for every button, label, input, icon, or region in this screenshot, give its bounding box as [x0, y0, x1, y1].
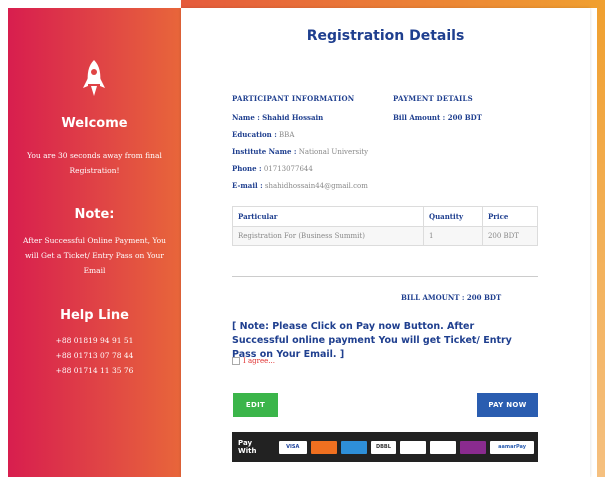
rocket-icon: [83, 60, 105, 96]
bkash-logo-icon: [430, 440, 457, 454]
payment-methods-bar: Pay With VISA DBBL aamarPay: [232, 432, 538, 462]
right-accent-edge: [597, 8, 605, 477]
amex-logo-icon: [340, 440, 367, 454]
table-header-price: Price: [481, 206, 539, 227]
helpline-phone-3: +88 01714 11 35 76: [55, 366, 134, 375]
table-cell-particular: Registration For (Business Summit): [232, 226, 424, 246]
welcome-heading: Welcome: [61, 116, 128, 131]
participant-education: Education : BBA: [232, 130, 295, 139]
agree-checkbox-row[interactable]: I agree...: [232, 357, 275, 365]
agree-checkbox[interactable]: [232, 357, 240, 365]
helpline-heading: Help Line: [60, 308, 129, 323]
table-header-quantity: Quantity: [423, 206, 483, 227]
participant-phone: Phone : 01713077644: [232, 164, 313, 173]
agree-label: I agree...: [243, 357, 275, 365]
bill-amount: Bill Amount : 200 BDT: [393, 113, 482, 122]
helpline-phone-1: +88 01819 94 91 51: [55, 336, 134, 345]
payment-note: [ Note: Please Click on Pay now Button. …: [232, 321, 512, 360]
payment-heading: PAYMENT DETAILS: [393, 94, 473, 103]
dbbl-logo-icon: DBBL: [370, 440, 397, 454]
pay-with-label: Pay With: [238, 439, 257, 455]
participant-email: E-mail : shahidhossain44@gmail.com: [232, 181, 368, 190]
note-heading: Note:: [74, 207, 115, 222]
sidebar: Welcome You are 30 seconds away from fin…: [8, 8, 181, 477]
table-row: Registration For (Business Summit) 1 200…: [232, 226, 539, 246]
note-text: After Successful Online Payment, You wil…: [22, 236, 167, 275]
participant-heading: PARTICIPANT INFORMATION: [232, 94, 355, 103]
visa-logo-icon: VISA: [278, 440, 307, 454]
bill-table: Particular Quantity Price Registration F…: [232, 206, 539, 246]
table-header-particular: Particular: [232, 206, 424, 227]
aamarpay-logo-icon: aamarPay: [490, 440, 534, 454]
citybank-logo-icon: [400, 440, 427, 454]
top-accent-strip: [181, 0, 605, 8]
table-cell-quantity: 1: [423, 226, 483, 246]
participant-name: Name : Shahid Hossain: [232, 113, 324, 122]
helpline-phone-2: +88 01713 07 78 44: [55, 351, 134, 360]
welcome-text: You are 30 seconds away from final Regis…: [27, 151, 162, 175]
participant-institute: Institute Name : National University: [232, 147, 369, 156]
divider: [232, 276, 538, 277]
registration-card: Registration Details PARTICIPANT INFORMA…: [181, 8, 590, 477]
bill-total: BILL AMOUNT : 200 BDT: [401, 293, 502, 302]
pay-now-button[interactable]: PAY NOW: [477, 393, 538, 417]
edit-button[interactable]: EDIT: [233, 393, 278, 417]
rocket-logo-icon: [460, 440, 487, 454]
mastercard-logo-icon: [310, 440, 337, 454]
page-title: Registration Details: [306, 28, 465, 44]
table-cell-price: 200 BDT: [481, 226, 539, 246]
